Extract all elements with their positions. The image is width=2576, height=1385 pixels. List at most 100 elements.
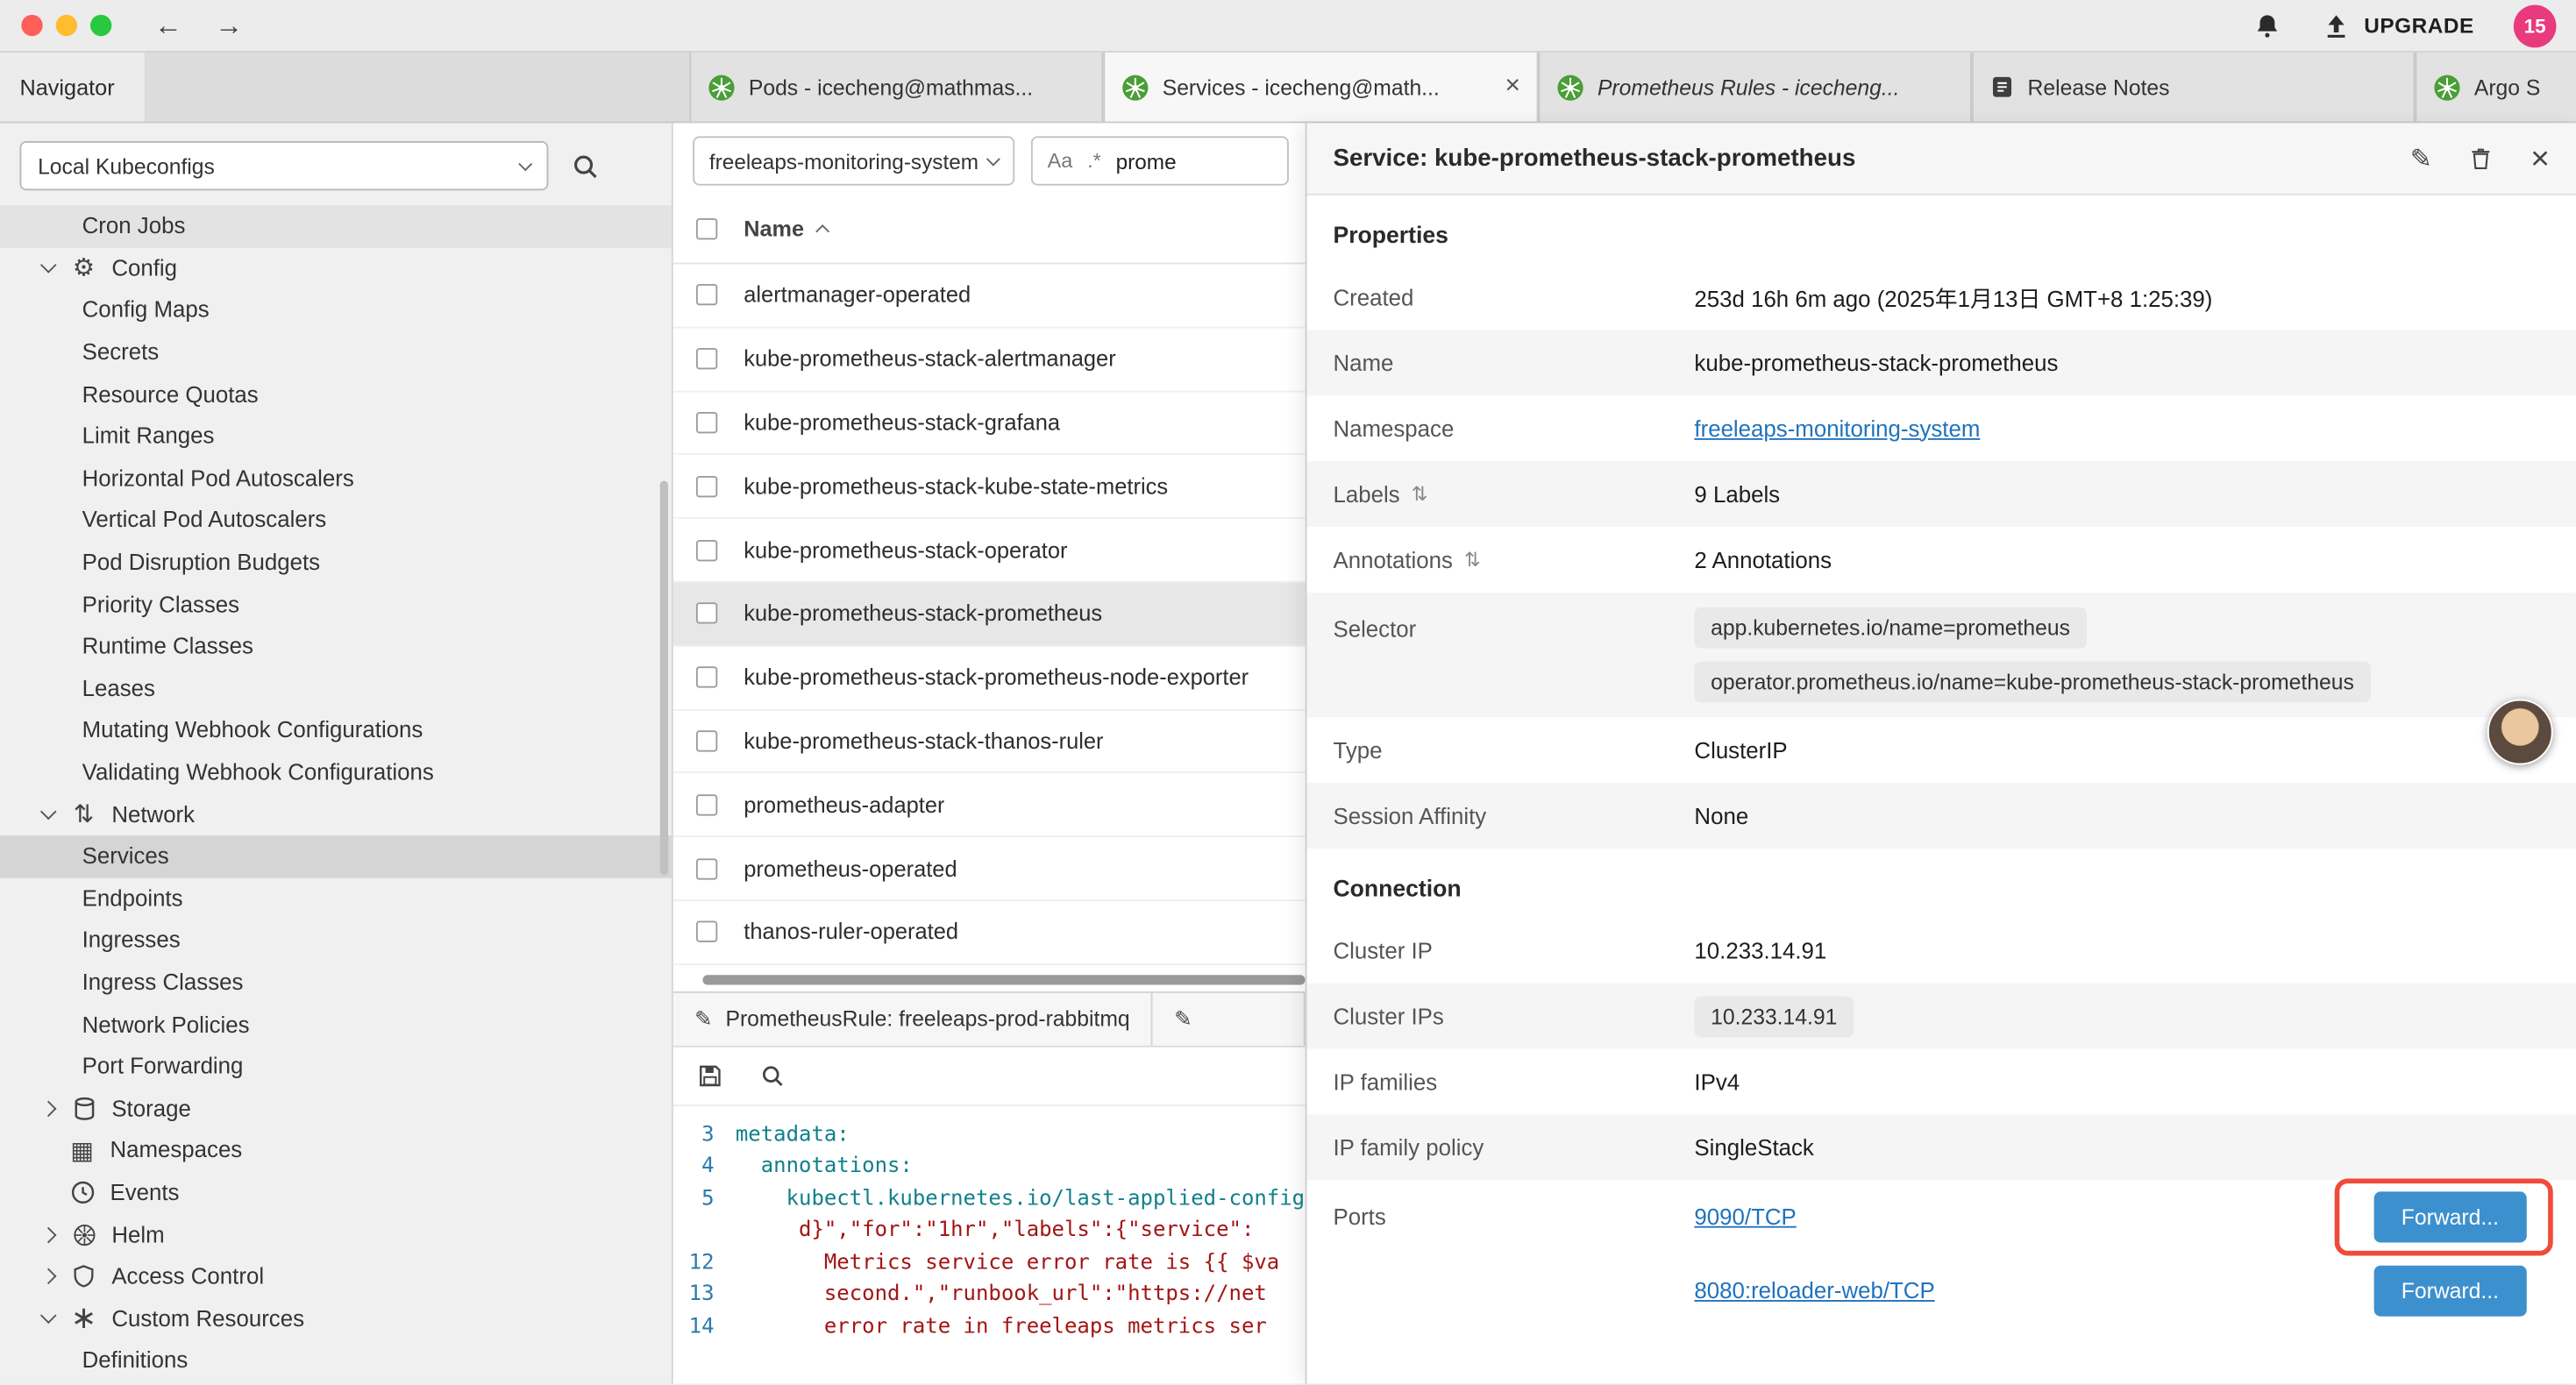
row-checkbox[interactable] bbox=[696, 285, 717, 306]
sidebar-item-ingresses[interactable]: Ingresses bbox=[0, 920, 672, 962]
row-checkbox[interactable] bbox=[696, 348, 717, 369]
table-row[interactable]: thanos-ruler-operated bbox=[673, 901, 1306, 965]
sidebar-item-secrets[interactable]: Secrets bbox=[0, 331, 672, 373]
table-row[interactable]: kube-prometheus-stack-operator bbox=[673, 519, 1306, 583]
sidebar-item-network-policies[interactable]: Network Policies bbox=[0, 1004, 672, 1046]
tab-prometheus-rules[interactable]: Prometheus Rules - icecheng... bbox=[1539, 53, 1972, 122]
sidebar-item-vertical-pod-autoscalers[interactable]: Vertical Pod Autoscalers bbox=[0, 500, 672, 542]
namespace-filter-dropdown[interactable]: freeleaps-monitoring-system bbox=[693, 136, 1014, 185]
forward-icon[interactable]: → bbox=[215, 9, 243, 41]
sidebar-item-cron-jobs[interactable]: Cron Jobs bbox=[0, 205, 672, 247]
row-checkbox[interactable] bbox=[696, 476, 717, 497]
trash-icon[interactable] bbox=[2468, 145, 2494, 173]
cluster-icon bbox=[2433, 73, 2461, 101]
maximize-window-button[interactable] bbox=[90, 15, 111, 36]
sidebar-item-priority-classes[interactable]: Priority Classes bbox=[0, 583, 672, 625]
table-row[interactable]: kube-prometheus-stack-prometheus-node-ex… bbox=[673, 646, 1306, 710]
row-checkbox[interactable] bbox=[696, 603, 717, 624]
tab-release-notes[interactable]: Release Notes bbox=[1972, 53, 2416, 122]
sidebar-item-pod-disruption-budgets[interactable]: Pod Disruption Budgets bbox=[0, 541, 672, 583]
sidebar-item-leases[interactable]: Leases bbox=[0, 667, 672, 709]
port-link[interactable]: 9090/TCP bbox=[1694, 1204, 1796, 1229]
sidebar-item-runtime-classes[interactable]: Runtime Classes bbox=[0, 625, 672, 667]
table-row[interactable]: prometheus-adapter bbox=[673, 774, 1306, 838]
sidebar-item-network[interactable]: ⇅ Network bbox=[0, 793, 672, 835]
table-row[interactable]: alertmanager-operated bbox=[673, 264, 1306, 328]
kubeconfig-selector[interactable]: Local Kubeconfigs bbox=[19, 141, 548, 190]
detail-row-name: Name kube-prometheus-stack-prometheus bbox=[1307, 330, 2576, 395]
table-row[interactable]: kube-prometheus-stack-grafana bbox=[673, 392, 1306, 456]
tab-pods[interactable]: Pods - icecheng@mathmas... bbox=[689, 53, 1103, 122]
assistant-avatar[interactable] bbox=[2487, 700, 2553, 765]
close-window-button[interactable] bbox=[21, 15, 42, 36]
edit-icon[interactable]: ✎ bbox=[2410, 142, 2432, 174]
sidebar-item-config[interactable]: ⚙ Config bbox=[0, 247, 672, 289]
row-checkbox[interactable] bbox=[696, 921, 717, 942]
sidebar-item-definitions[interactable]: Definitions bbox=[0, 1339, 672, 1381]
regex-toggle[interactable]: .* bbox=[1087, 149, 1101, 172]
sidebar-item-resource-quotas[interactable]: Resource Quotas bbox=[0, 373, 672, 416]
namespace-link[interactable]: freeleaps-monitoring-system bbox=[1694, 416, 1980, 441]
match-case-toggle[interactable]: Aa bbox=[1048, 149, 1073, 172]
table-header: Name bbox=[673, 195, 1306, 265]
table-row-selected[interactable]: kube-prometheus-stack-prometheus bbox=[673, 583, 1306, 647]
upgrade-button[interactable]: UPGRADE bbox=[2322, 11, 2474, 40]
sidebar-item-storage[interactable]: Storage bbox=[0, 1087, 672, 1129]
table-row[interactable]: kube-prometheus-stack-kube-state-metrics bbox=[673, 455, 1306, 519]
sidebar-item-namespaces[interactable]: ▦ Namespaces bbox=[0, 1129, 672, 1171]
chevron-down-icon bbox=[40, 258, 57, 274]
sidebar-item-helm[interactable]: Helm bbox=[0, 1213, 672, 1255]
sidebar-item-config-maps[interactable]: Config Maps bbox=[0, 289, 672, 331]
sidebar-item-port-forwarding[interactable]: Port Forwarding bbox=[0, 1046, 672, 1088]
save-icon[interactable] bbox=[696, 1062, 724, 1090]
row-checkbox[interactable] bbox=[696, 412, 717, 433]
notifications-bell-icon[interactable] bbox=[2252, 11, 2282, 40]
sidebar-scrollbar[interactable] bbox=[660, 481, 668, 875]
row-checkbox[interactable] bbox=[696, 667, 717, 688]
upgrade-label: UPGRADE bbox=[2364, 13, 2474, 38]
close-tab-icon[interactable]: × bbox=[1505, 74, 1519, 100]
forward-button[interactable]: Forward... bbox=[2373, 1266, 2527, 1317]
row-checkbox[interactable] bbox=[696, 794, 717, 815]
sidebar-item-custom-resources[interactable]: ∗ Custom Resources bbox=[0, 1297, 672, 1339]
row-checkbox[interactable] bbox=[696, 730, 717, 751]
editor-tab-partial[interactable]: ✎ bbox=[1153, 992, 1306, 1045]
forward-button[interactable]: Forward... bbox=[2373, 1191, 2527, 1242]
sidebar-item-events[interactable]: Events bbox=[0, 1171, 672, 1213]
yaml-editor[interactable]: 3metadata: 4 annotations: 5 kubectl.kube… bbox=[673, 1106, 1306, 1384]
select-all-checkbox[interactable] bbox=[696, 218, 717, 239]
row-checkbox[interactable] bbox=[696, 857, 717, 878]
back-icon[interactable]: ← bbox=[154, 9, 182, 41]
detail-row-selector: Selector app.kubernetes.io/name=promethe… bbox=[1307, 593, 2576, 717]
row-checkbox[interactable] bbox=[696, 539, 717, 560]
main-content: Local Kubeconfigs Cron Jobs ⚙ Config Con… bbox=[0, 123, 2576, 1383]
sidebar-item-ingress-classes[interactable]: Ingress Classes bbox=[0, 962, 672, 1004]
notification-count-badge[interactable]: 15 bbox=[2514, 4, 2557, 47]
scrollbar-thumb[interactable] bbox=[702, 975, 1305, 984]
close-drawer-icon[interactable]: × bbox=[2530, 142, 2550, 174]
tab-argo[interactable]: Argo S bbox=[2415, 53, 2576, 122]
sidebar-item-mutating-webhook-configurations[interactable]: Mutating Webhook Configurations bbox=[0, 709, 672, 751]
sidebar-item-endpoints[interactable]: Endpoints bbox=[0, 877, 672, 920]
sidebar-item-horizontal-pod-autoscalers[interactable]: Horizontal Pod Autoscalers bbox=[0, 458, 672, 500]
minimize-window-button[interactable] bbox=[56, 15, 77, 36]
list-search-input[interactable]: Aa .* prome bbox=[1031, 136, 1289, 185]
table-row[interactable]: kube-prometheus-stack-alertmanager bbox=[673, 328, 1306, 392]
table-row[interactable]: prometheus-operated bbox=[673, 837, 1306, 901]
sidebar-item-access-control[interactable]: Access Control bbox=[0, 1255, 672, 1297]
pencil-icon: ✎ bbox=[694, 1005, 712, 1032]
expand-collapse-icon[interactable]: ⇅ bbox=[1464, 548, 1481, 571]
name-column-header[interactable]: Name bbox=[744, 217, 827, 241]
sidebar-item-services[interactable]: Services bbox=[0, 835, 672, 877]
tab-services[interactable]: Services - icecheng@math... × bbox=[1103, 53, 1538, 122]
expand-collapse-icon[interactable]: ⇅ bbox=[1412, 483, 1428, 506]
sidebar-search-icon[interactable] bbox=[572, 152, 600, 180]
editor-tab-prometheusrule[interactable]: ✎ PrometheusRule: freeleaps-prod-rabbitm… bbox=[673, 992, 1153, 1045]
sidebar-item-validating-webhook-configurations[interactable]: Validating Webhook Configurations bbox=[0, 751, 672, 793]
editor-toolbar bbox=[673, 1047, 1306, 1105]
table-row[interactable]: kube-prometheus-stack-thanos-ruler bbox=[673, 710, 1306, 774]
sidebar-item-limit-ranges[interactable]: Limit Ranges bbox=[0, 416, 672, 458]
port-link[interactable]: 8080:reloader-web/TCP bbox=[1694, 1279, 1934, 1303]
horizontal-scrollbar[interactable] bbox=[673, 968, 1306, 991]
editor-search-icon[interactable] bbox=[760, 1063, 785, 1088]
